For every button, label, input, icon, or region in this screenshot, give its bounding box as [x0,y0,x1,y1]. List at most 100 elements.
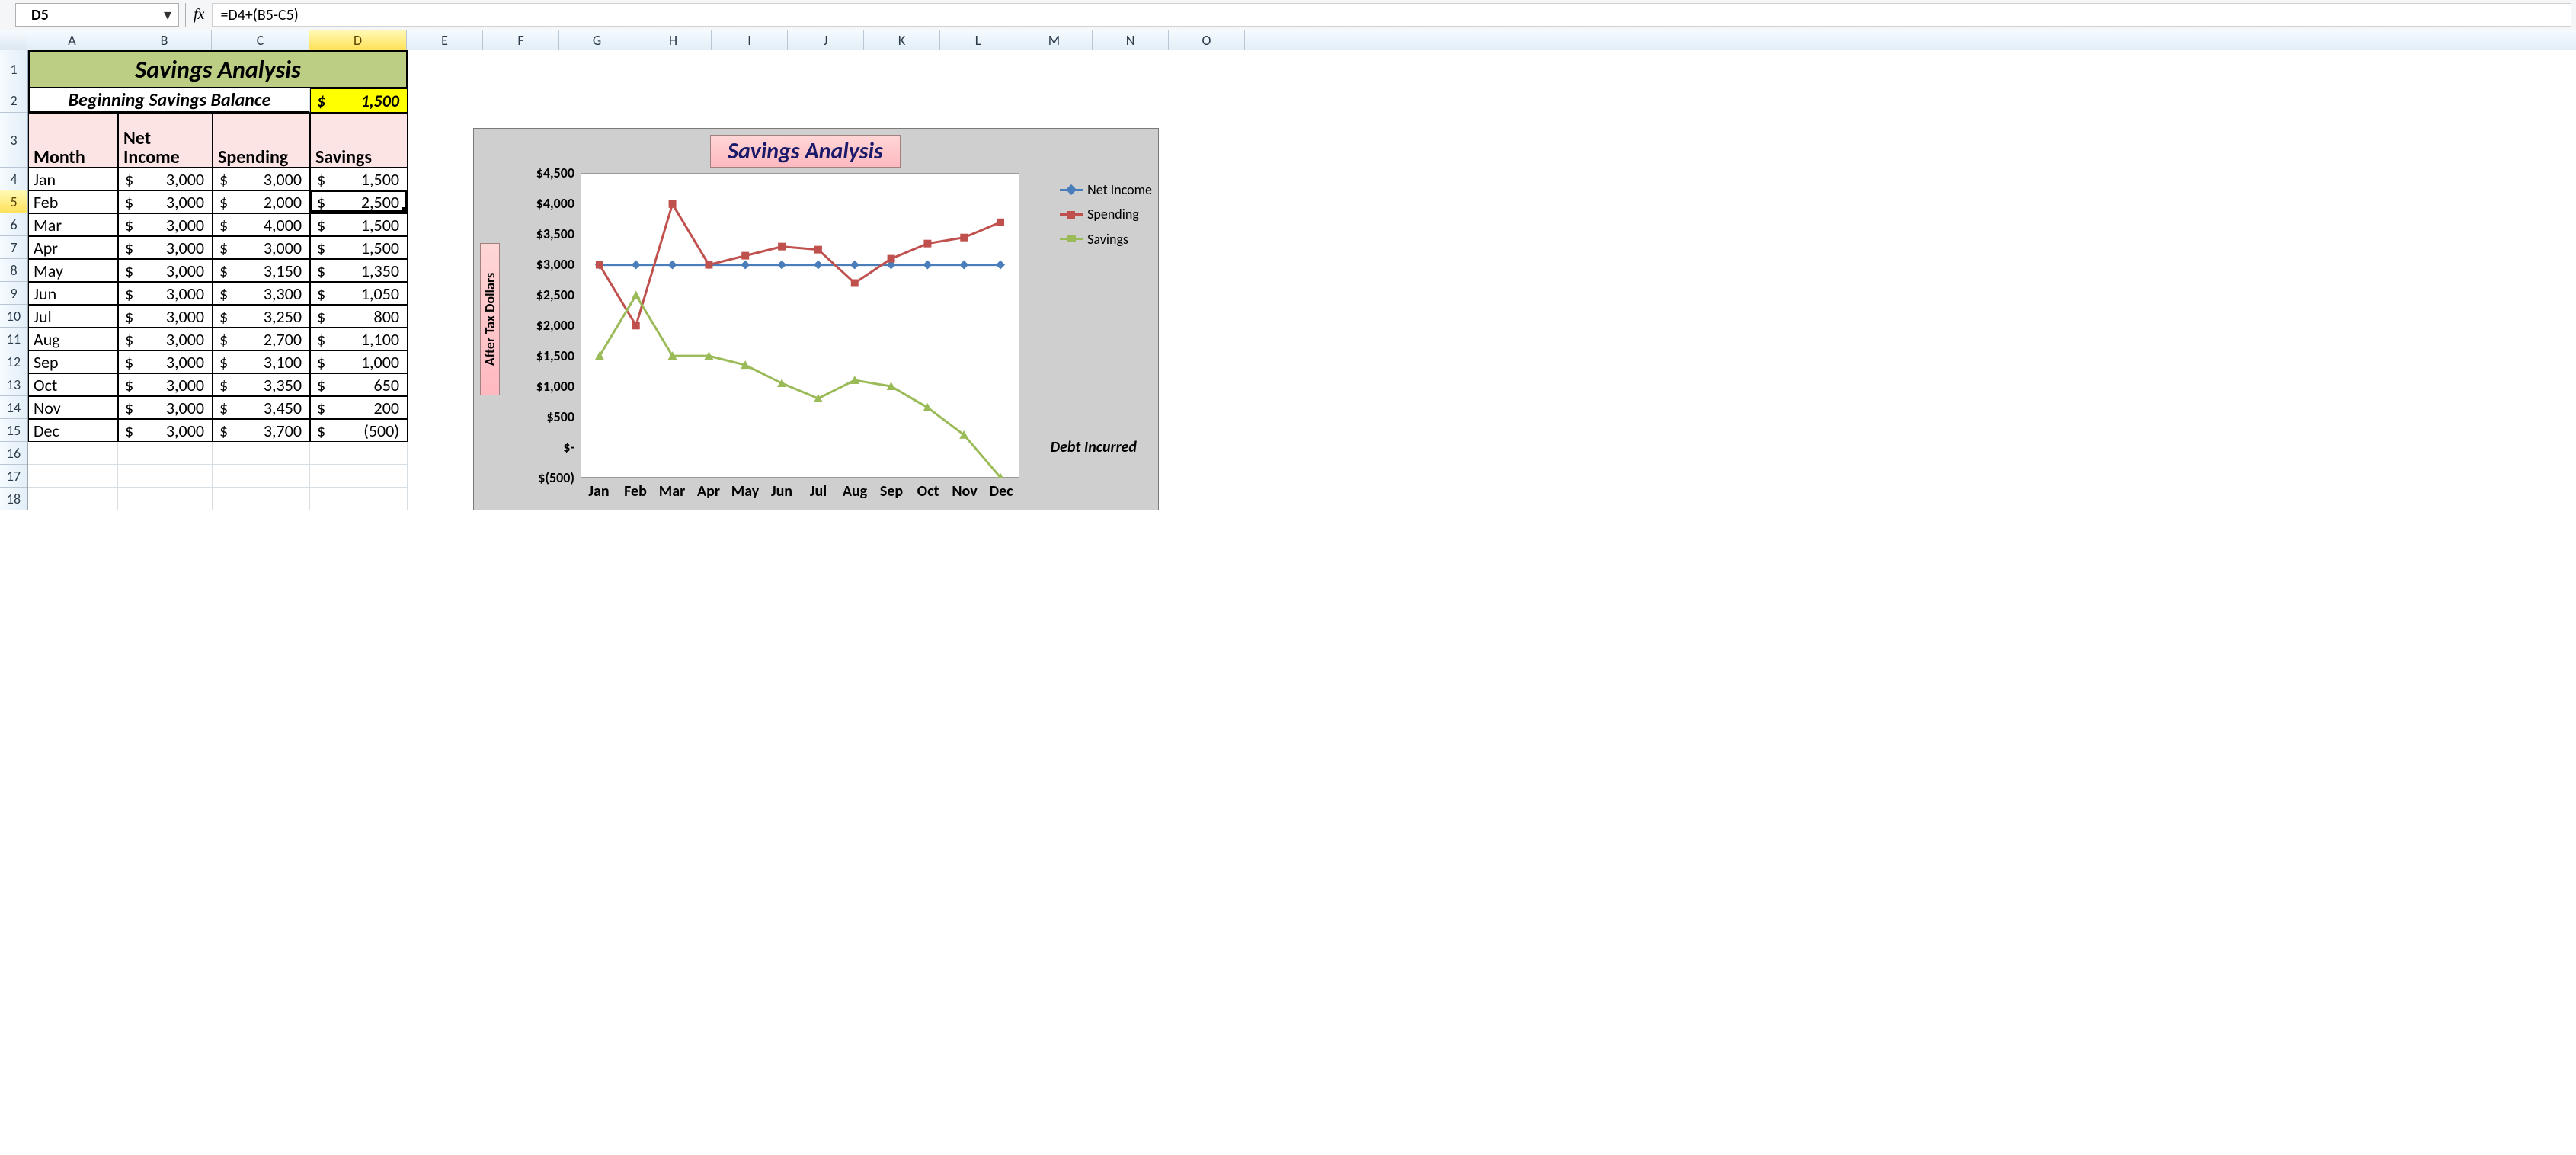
cell-save[interactable]: $650 [310,373,408,396]
cell-save[interactable]: $(500) [310,419,408,442]
row-header-9[interactable]: 9 [0,282,27,305]
cell-spend[interactable]: $3,350 [213,373,310,396]
beginning-balance-value[interactable]: $ 1,500 [310,88,408,113]
row-header-16[interactable]: 16 [0,442,27,465]
cell-spend[interactable]: $2,700 [213,328,310,350]
cell-save[interactable]: $1,100 [310,328,408,350]
cell-spend[interactable]: $4,000 [213,213,310,236]
cell-save[interactable]: $800 [310,305,408,328]
cell-month[interactable]: Apr [28,236,118,259]
cell-spend[interactable]: $3,100 [213,350,310,373]
cell-net[interactable]: $3,000 [118,350,213,373]
column-headers: ABCDEFGHIJKLMNO [0,30,2576,50]
row-header-18[interactable]: 18 [0,488,27,510]
column-header-M[interactable]: M [1016,30,1093,50]
cell-save[interactable]: $1,350 [310,259,408,282]
cell-spend[interactable]: $3,150 [213,259,310,282]
cell-save[interactable]: $1,000 [310,350,408,373]
column-header-F[interactable]: F [483,30,559,50]
cell-spend[interactable]: $3,000 [213,168,310,190]
cell-net[interactable]: $3,000 [118,236,213,259]
formula-input[interactable]: =D4+(B5-C5) [212,3,2571,27]
row-header-1[interactable]: 1 [0,50,27,88]
row-header-11[interactable]: 11 [0,328,27,350]
cell-month[interactable]: Mar [28,213,118,236]
row-header-13[interactable]: 13 [0,373,27,396]
header-savings[interactable]: Savings [310,113,408,168]
cell-spend[interactable]: $2,000 [213,190,310,213]
column-header-E[interactable]: E [407,30,483,50]
cell-spend[interactable]: $3,700 [213,419,310,442]
column-header-K[interactable]: K [864,30,940,50]
column-header-O[interactable]: O [1169,30,1245,50]
column-header-C[interactable]: C [212,30,309,50]
cell-month[interactable]: Sep [28,350,118,373]
column-header-D[interactable]: D [309,30,407,50]
header-spending[interactable]: Spending [213,113,310,168]
row-header-17[interactable]: 17 [0,465,27,488]
cell-month[interactable]: Feb [28,190,118,213]
row-headers: 123456789101112131415161718 [0,50,28,510]
cell-spend[interactable]: $3,250 [213,305,310,328]
row-header-2[interactable]: 2 [0,88,27,113]
cell-net[interactable]: $3,000 [118,282,213,305]
header-month[interactable]: Month [28,113,118,168]
row-header-8[interactable]: 8 [0,259,27,282]
column-header-G[interactable]: G [559,30,635,50]
row-header-3[interactable]: 3 [0,113,27,168]
cell-spend[interactable]: $3,300 [213,282,310,305]
name-box[interactable]: D5 ▾ [15,3,179,27]
row-header-12[interactable]: 12 [0,350,27,373]
cell-month[interactable]: Jan [28,168,118,190]
row-header-7[interactable]: 7 [0,236,27,259]
cell-save[interactable]: $1,500 [310,213,408,236]
row-header-10[interactable]: 10 [0,305,27,328]
cell-spend[interactable]: $3,000 [213,236,310,259]
select-all-corner[interactable] [0,30,27,50]
cell-net[interactable]: $3,000 [118,213,213,236]
cell-save[interactable]: $1,050 [310,282,408,305]
cell-save[interactable]: $2,500 [310,190,408,213]
cell-month[interactable]: Jun [28,282,118,305]
cell-month[interactable]: Aug [28,328,118,350]
cell-save[interactable]: $1,500 [310,236,408,259]
row-header-6[interactable]: 6 [0,213,27,236]
cell-net[interactable]: $3,000 [118,190,213,213]
cell-month[interactable]: May [28,259,118,282]
sheet-title[interactable]: Savings Analysis [28,50,408,88]
name-box-caret-icon[interactable]: ▾ [157,5,178,24]
cell-save[interactable]: $1,500 [310,168,408,190]
cell-month[interactable]: Jul [28,305,118,328]
row-header-4[interactable]: 4 [0,168,27,190]
row-header-14[interactable]: 14 [0,396,27,419]
grid-body[interactable]: Savings Analysis Beginning Savings Balan… [28,50,408,510]
row-header-15[interactable]: 15 [0,419,27,442]
cell-net[interactable]: $3,000 [118,396,213,419]
cell-month[interactable]: Dec [28,419,118,442]
fx-button[interactable]: fx [185,3,212,27]
cell-net[interactable]: $3,000 [118,328,213,350]
beginning-balance-label[interactable]: Beginning Savings Balance [28,88,310,113]
column-header-B[interactable]: B [117,30,212,50]
column-header-N[interactable]: N [1093,30,1169,50]
cell-net[interactable]: $3,000 [118,419,213,442]
column-header-J[interactable]: J [788,30,864,50]
cell-net[interactable]: $3,000 [118,168,213,190]
column-header-A[interactable]: A [27,30,117,50]
column-header-H[interactable]: H [635,30,712,50]
cell-spend[interactable]: $3,450 [213,396,310,419]
cell-save[interactable]: $200 [310,396,408,419]
column-header-I[interactable]: I [712,30,788,50]
header-net-income[interactable]: Net Income [118,113,213,168]
column-header-L[interactable]: L [940,30,1016,50]
row-header-5[interactable]: 5 [0,190,27,213]
cell-net[interactable]: $3,000 [118,259,213,282]
data-row: Oct$3,000$3,350$650 [28,373,408,396]
cell-net[interactable]: $3,000 [118,373,213,396]
cell-month[interactable]: Nov [28,396,118,419]
cell-month[interactable]: Oct [28,373,118,396]
chart[interactable]: Savings Analysis After Tax Dollars Net I… [473,128,1159,510]
cell-net[interactable]: $3,000 [118,305,213,328]
data-row: Sep$3,000$3,100$1,000 [28,350,408,373]
legend-spending: Spending [1060,202,1152,226]
